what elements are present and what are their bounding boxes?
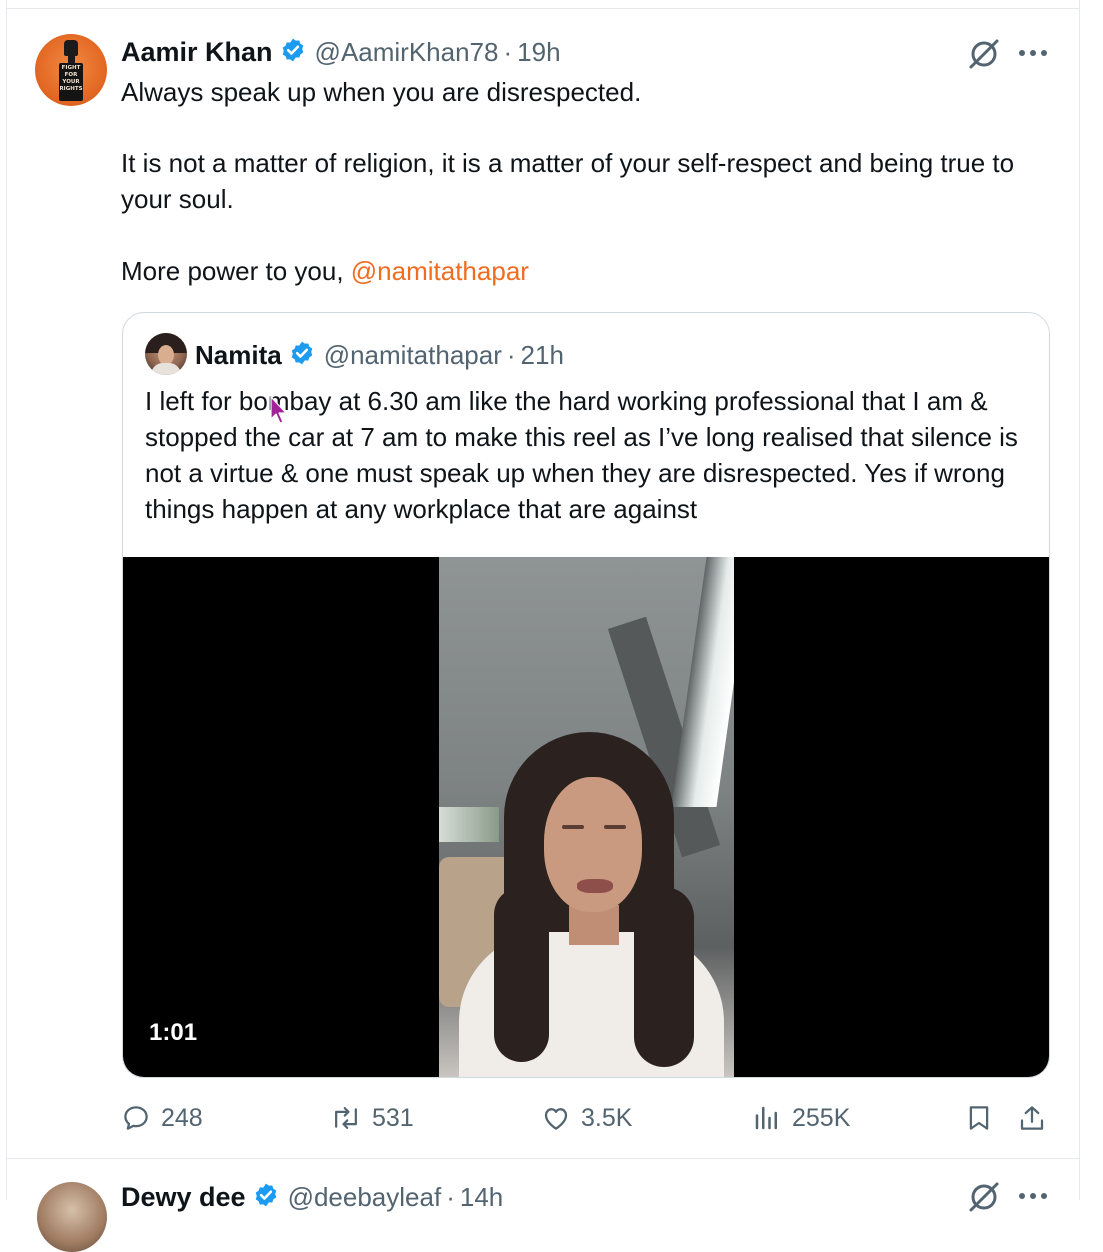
quoted-avatar-face bbox=[158, 345, 174, 365]
video-person-mouth bbox=[577, 879, 613, 893]
tweet-divider bbox=[6, 1158, 1080, 1159]
author-name[interactable]: Aamir Khan bbox=[121, 37, 273, 68]
grok-icon[interactable] bbox=[967, 37, 1001, 71]
quoted-header-separator: · bbox=[506, 339, 516, 370]
views-count: 255K bbox=[792, 1103, 851, 1132]
repost-icon bbox=[335, 1107, 357, 1129]
repost-count: 531 bbox=[372, 1103, 414, 1132]
share-icon bbox=[1020, 1106, 1044, 1130]
header-separator: · bbox=[503, 36, 513, 67]
tweet-time[interactable]: 19h bbox=[517, 37, 560, 68]
grok-icon[interactable] bbox=[967, 1180, 1001, 1214]
video-car-window bbox=[671, 557, 734, 807]
timeline-border-left bbox=[6, 0, 7, 1200]
cursor-icon bbox=[269, 395, 289, 425]
reply-icon bbox=[124, 1106, 148, 1130]
quoted-tweet[interactable]: Namita @namitathapar · 21h I left for bo… bbox=[122, 312, 1050, 1078]
repost-button[interactable]: 531 bbox=[330, 1095, 414, 1141]
tweet-header: Aamir Khan @AamirKhan78 · 19h bbox=[121, 33, 561, 71]
views-icon bbox=[755, 1106, 777, 1130]
quoted-avatar-body bbox=[151, 363, 181, 375]
like-button[interactable]: 3.5K bbox=[541, 1095, 632, 1141]
author-handle[interactable]: @AamirKhan78 bbox=[315, 37, 499, 68]
verified-badge-icon bbox=[280, 37, 306, 68]
tweet-text-para2: It is not a matter of religion, it is a … bbox=[121, 148, 1022, 214]
next-author-avatar[interactable] bbox=[37, 1182, 107, 1252]
next-author-name[interactable]: Dewy dee bbox=[121, 1182, 246, 1213]
video-duration: 1:01 bbox=[149, 1019, 198, 1046]
tweet-text-line1: Always speak up when you are disrespecte… bbox=[121, 77, 642, 107]
bookmark-icon bbox=[969, 1106, 989, 1130]
like-icon bbox=[544, 1108, 568, 1130]
video-player[interactable]: 1:01 bbox=[123, 557, 1049, 1077]
reply-count: 248 bbox=[161, 1103, 203, 1132]
quoted-author-handle[interactable]: @namitathapar bbox=[324, 340, 502, 371]
avatar-text: FIGHT FOR YOUR RIGHTS bbox=[59, 65, 83, 92]
timeline-border-right bbox=[1079, 0, 1080, 1200]
author-avatar[interactable]: FIGHT FOR YOUR RIGHTS bbox=[35, 34, 107, 106]
mention-link[interactable]: @namitathapar bbox=[351, 256, 529, 286]
verified-badge-icon bbox=[289, 340, 315, 371]
more-icon[interactable] bbox=[1016, 1181, 1050, 1211]
video-person-eye-right bbox=[604, 825, 626, 829]
top-divider bbox=[6, 8, 1080, 9]
video-person-hair-right bbox=[634, 887, 694, 1067]
video-person-eye-left bbox=[562, 825, 584, 829]
quoted-author-avatar[interactable] bbox=[145, 333, 187, 375]
more-icon[interactable] bbox=[1016, 38, 1050, 68]
reply-button[interactable]: 248 bbox=[121, 1095, 203, 1141]
tweet-text-para3: More power to you, @namitathapar bbox=[121, 253, 1061, 289]
bookmark-button[interactable] bbox=[964, 1095, 994, 1141]
tweet-text-prefix: More power to you, bbox=[121, 256, 351, 286]
like-count: 3.5K bbox=[581, 1103, 633, 1132]
share-button[interactable] bbox=[1017, 1095, 1047, 1141]
views-button[interactable]: 255K bbox=[752, 1095, 850, 1141]
next-author-handle[interactable]: @deebayleaf bbox=[288, 1182, 442, 1213]
video-person-hair-left bbox=[494, 887, 549, 1062]
verified-badge-icon bbox=[253, 1182, 279, 1213]
next-tweet-header: Dewy dee @deebayleaf · 14h bbox=[121, 1178, 503, 1216]
tweet-actions: 248 531 3.5K 255K bbox=[0, 1095, 1103, 1141]
next-tweet-time[interactable]: 14h bbox=[460, 1182, 503, 1213]
video-rear-window bbox=[439, 807, 499, 842]
quoted-author-name[interactable]: Namita bbox=[195, 340, 282, 371]
quoted-tweet-time[interactable]: 21h bbox=[521, 340, 564, 371]
next-header-separator: · bbox=[446, 1181, 455, 1212]
video-frame bbox=[439, 557, 734, 1077]
quoted-header: Namita @namitathapar · 21h bbox=[195, 335, 564, 375]
